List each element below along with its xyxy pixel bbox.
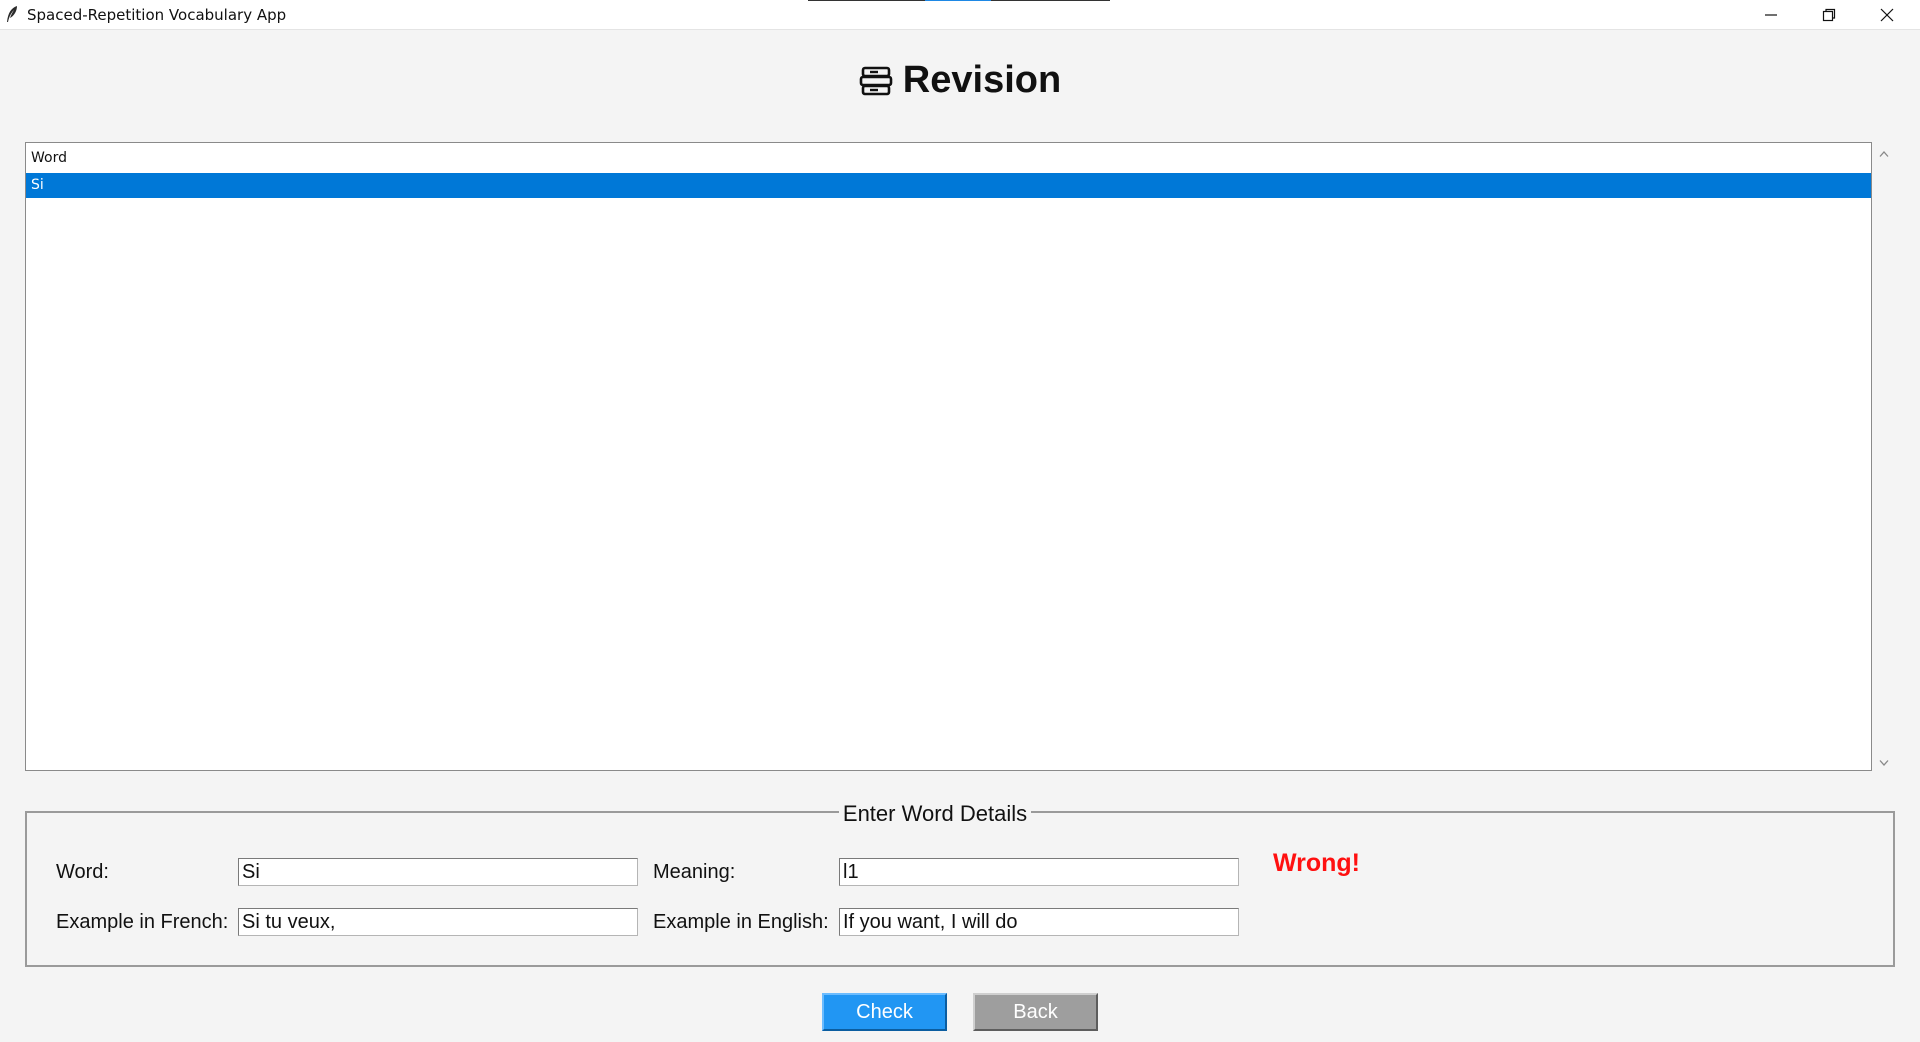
card-index-icon bbox=[859, 66, 893, 96]
table-row[interactable]: Si bbox=[26, 173, 1871, 198]
word-column-header[interactable]: Word bbox=[26, 143, 1871, 173]
word-field[interactable] bbox=[238, 858, 638, 886]
close-icon bbox=[1880, 8, 1894, 22]
back-button[interactable]: Back bbox=[973, 993, 1098, 1031]
word-details-legend: Enter Word Details bbox=[0, 801, 1870, 827]
restore-button[interactable] bbox=[1800, 0, 1858, 29]
window-title: Spaced-Repetition Vocabulary App bbox=[27, 6, 287, 24]
word-details-frame bbox=[25, 811, 1895, 967]
page-title: Revision bbox=[902, 58, 1062, 101]
word-list-table[interactable]: Word Si bbox=[25, 142, 1872, 771]
word-label: Word: bbox=[56, 861, 109, 883]
page-heading: Revision bbox=[0, 56, 1920, 104]
result-status: Wrong! bbox=[1273, 849, 1361, 877]
window-title-bar[interactable]: Spaced-Repetition Vocabulary App bbox=[0, 0, 1920, 30]
example-french-field[interactable] bbox=[238, 908, 638, 936]
scroll-up-arrow-icon[interactable] bbox=[1879, 150, 1889, 158]
meaning-label: Meaning: bbox=[653, 861, 736, 883]
scroll-down-arrow-icon[interactable] bbox=[1879, 759, 1889, 767]
meaning-field[interactable] bbox=[839, 858, 1239, 886]
example-english-label: Example in English: bbox=[653, 911, 829, 933]
title-accent-highlight bbox=[925, 0, 991, 1]
word-details-legend-text: Enter Word Details bbox=[838, 801, 1032, 826]
word-list-scrollbar[interactable] bbox=[1873, 142, 1895, 771]
example-french-label: Example in French: bbox=[56, 911, 229, 933]
minimize-button[interactable] bbox=[1742, 0, 1800, 29]
feather-icon bbox=[7, 6, 17, 22]
close-button[interactable] bbox=[1858, 0, 1916, 29]
check-button[interactable]: Check bbox=[822, 993, 947, 1031]
example-english-field[interactable] bbox=[839, 908, 1239, 936]
minimize-icon bbox=[1765, 14, 1777, 16]
restore-icon bbox=[1822, 8, 1836, 22]
